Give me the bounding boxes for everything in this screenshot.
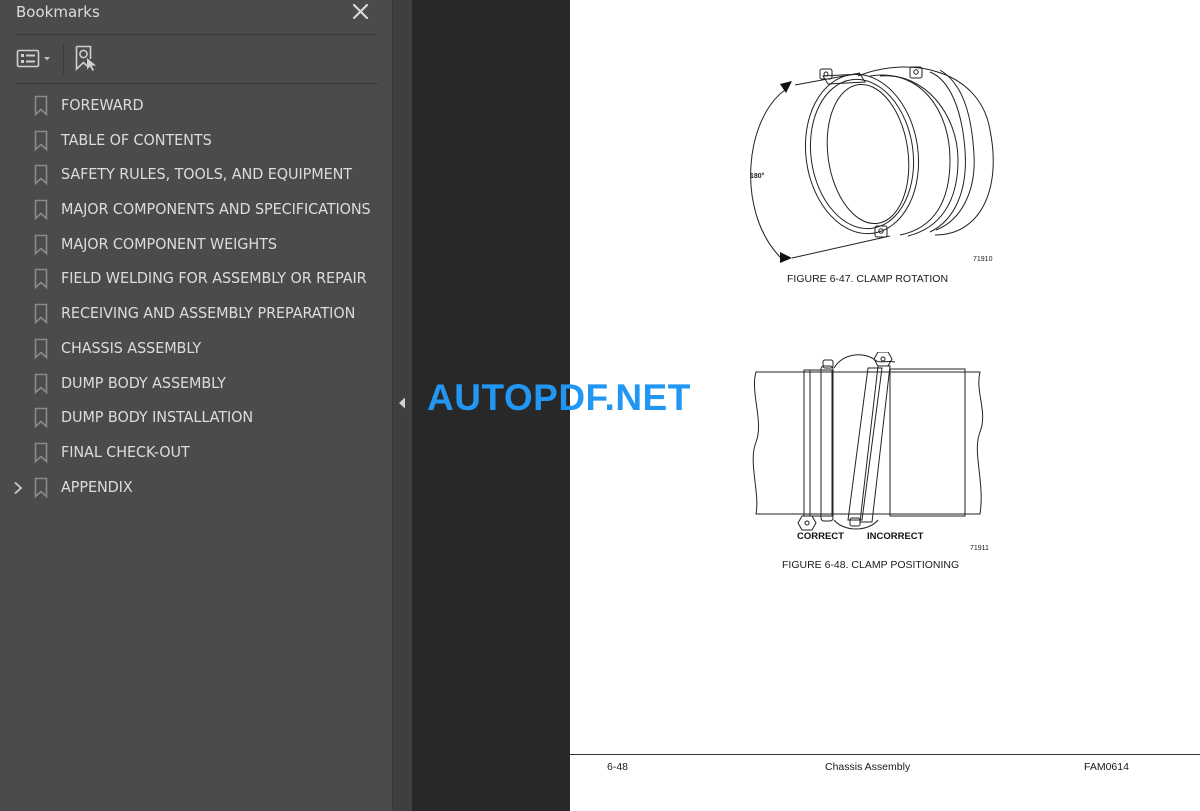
bookmark-icon — [34, 338, 48, 360]
bookmark-label: FIELD WELDING FOR ASSEMBLY OR REPAIR — [61, 269, 367, 288]
correct-label: CORRECT — [797, 531, 844, 542]
bookmark-list: FOREWARD TABLE OF CONTENTS SAFETY RULES, T… — [0, 89, 392, 505]
divider — [16, 83, 378, 84]
footer-section: Chassis Assembly — [825, 761, 911, 773]
bookmarks-panel: Bookmarks FOREWARD TABLE OF CONTENTS SAFET… — [0, 0, 392, 811]
bookmark-item[interactable]: DUMP BODY INSTALLATION — [0, 401, 392, 436]
find-current-bookmark-button[interactable] — [73, 44, 101, 72]
bookmark-icon — [34, 95, 48, 117]
bookmark-icon — [34, 303, 48, 325]
divider — [16, 34, 378, 35]
figure-angle-label: 180° — [750, 173, 765, 180]
bookmark-icon — [34, 199, 48, 221]
bookmark-item[interactable]: RECEIVING AND ASSEMBLY PREPARATION — [0, 297, 392, 332]
bookmark-label: FINAL CHECK-OUT — [61, 442, 190, 461]
bookmark-label: MAJOR COMPONENTS AND SPECIFICATIONS — [61, 200, 371, 219]
figure-number: 71910 — [973, 256, 993, 263]
bookmark-icon — [34, 130, 48, 151]
find-current-bookmark-icon — [75, 45, 96, 71]
bookmark-item[interactable]: MAJOR COMPONENTS AND SPECIFICATIONS — [0, 193, 392, 228]
bookmark-label: DUMP BODY ASSEMBLY — [61, 373, 226, 392]
bookmark-label: MAJOR COMPONENT WEIGHTS — [61, 234, 277, 253]
close-panel-button[interactable] — [350, 1, 372, 23]
bookmark-item[interactable]: CHASSIS ASSEMBLY — [0, 332, 392, 367]
footer-page-number: 6-48 — [607, 761, 629, 773]
bookmark-icon — [34, 407, 48, 429]
collapse-panel-button[interactable] — [398, 394, 406, 409]
bookmark-icon — [34, 373, 48, 394]
watermark-text: AUTOPDF.NET — [427, 377, 691, 418]
bookmark-icon — [34, 268, 48, 290]
bookmark-item[interactable]: MAJOR COMPONENT WEIGHTS — [0, 228, 392, 263]
clamp-positioning-illustration — [752, 352, 984, 531]
bookmark-item[interactable]: DUMP BODY ASSEMBLY — [0, 367, 392, 402]
close-icon — [352, 3, 369, 20]
figure-number: 71911 — [970, 545, 989, 552]
bookmark-item[interactable]: SAFETY RULES, TOOLS, AND EQUIPMENT — [0, 158, 392, 193]
collapse-panel-left-icon — [399, 397, 405, 409]
list-options-icon — [16, 49, 50, 68]
bookmark-label: APPENDIX — [61, 477, 133, 496]
panel-title: Bookmarks — [16, 3, 100, 21]
bookmark-item[interactable]: FOREWARD — [0, 89, 392, 124]
incorrect-label: INCORRECT — [867, 531, 924, 542]
bookmark-options-button[interactable] — [16, 46, 56, 72]
bookmark-icon — [34, 442, 48, 464]
bookmark-icon — [34, 164, 48, 186]
footer-doc-code: FAM0614 — [1084, 761, 1129, 773]
bookmark-item[interactable]: APPENDIX — [0, 471, 392, 506]
bookmark-icon — [34, 234, 48, 256]
figure-caption: FIGURE 6-47. CLAMP ROTATION — [787, 273, 949, 285]
bookmark-item[interactable]: FIELD WELDING FOR ASSEMBLY OR REPAIR — [0, 262, 392, 297]
bookmark-item[interactable]: FINAL CHECK-OUT — [0, 436, 392, 471]
figure-caption: FIGURE 6-48. CLAMP POSITIONING — [782, 559, 960, 571]
clamp-rotation-illustration — [750, 66, 994, 263]
footer-rule — [570, 754, 1200, 755]
bookmark-label: CHASSIS ASSEMBLY — [61, 338, 202, 357]
bookmark-item[interactable]: TABLE OF CONTENTS — [0, 124, 392, 159]
bookmark-icon — [34, 477, 48, 498]
chevron-right-icon[interactable] — [12, 480, 24, 496]
toolbar-separator — [63, 43, 64, 74]
bookmark-label: TABLE OF CONTENTS — [61, 130, 212, 149]
bookmark-label: FOREWARD — [61, 96, 144, 114]
bookmark-label: SAFETY RULES, TOOLS, AND EQUIPMENT — [61, 165, 352, 184]
bookmark-label: RECEIVING AND ASSEMBLY PREPARATION — [61, 304, 356, 323]
bookmark-label: DUMP BODY INSTALLATION — [61, 408, 254, 427]
